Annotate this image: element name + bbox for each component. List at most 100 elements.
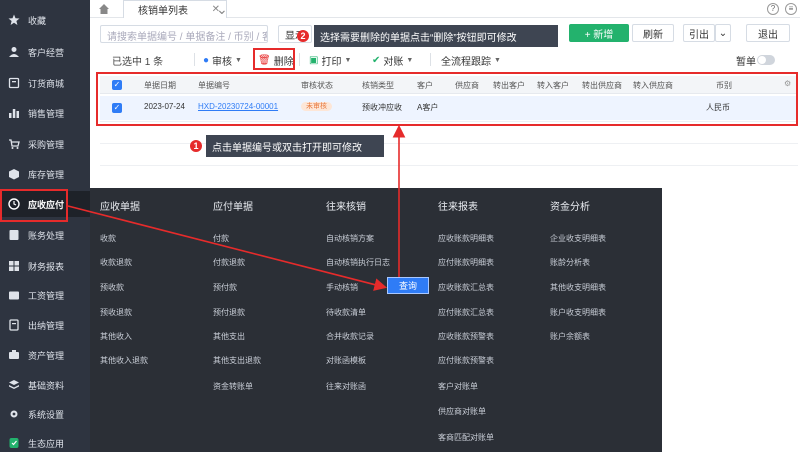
- menu-item[interactable]: 应付账款明细表: [438, 257, 494, 268]
- highlight-delete: [253, 48, 295, 70]
- menu-item[interactable]: 企业收支明细表: [550, 233, 606, 244]
- layers-icon: [0, 379, 28, 391]
- chevron-down-icon: ▼: [406, 56, 414, 64]
- sidebar-item-1[interactable]: 客户经营: [0, 39, 90, 65]
- menu-item[interactable]: 预收款: [100, 282, 124, 293]
- sidebar-item-2[interactable]: 订货商城: [0, 70, 90, 96]
- chevron-down-icon[interactable]: ⌄: [216, 1, 228, 18]
- menu-item[interactable]: 预付退款: [213, 307, 245, 318]
- menu-item[interactable]: 账户余额表: [550, 331, 590, 342]
- menu-item[interactable]: 自动核销执行日志: [326, 257, 390, 268]
- check-icon: ✔: [372, 54, 381, 66]
- bar-icon: [0, 107, 28, 119]
- menu-item[interactable]: 收款: [100, 233, 116, 244]
- menu-item[interactable]: 收款退款: [100, 257, 132, 268]
- menu-item[interactable]: 客户对账单: [438, 381, 478, 392]
- menu-item[interactable]: 应付账款汇总表: [438, 307, 494, 318]
- menu-item[interactable]: 其他收支明细表: [550, 282, 606, 293]
- menu-item[interactable]: 其他收入: [100, 331, 132, 342]
- sidebar-item-9[interactable]: 工资管理: [0, 282, 90, 308]
- sidebar-item-5[interactable]: 库存管理: [0, 161, 90, 187]
- mega-menu: 应收单据 收款 收款退款 预收款 预收退款 其他收入 其他收入退款 应付单据 付款 付款退款 预付款…: [90, 188, 662, 452]
- wallet-icon: [0, 289, 28, 301]
- menu-item[interactable]: 手动核销: [326, 282, 358, 293]
- app-icon: [0, 437, 28, 449]
- menu-item[interactable]: 其他支出退款: [213, 355, 261, 366]
- chevron-down-icon: ▼: [494, 56, 501, 64]
- message-icon[interactable]: ≡: [785, 3, 797, 15]
- home-icon[interactable]: [98, 3, 110, 15]
- print-button[interactable]: ▣ 打印 ▼: [309, 52, 351, 68]
- tab-bar: 核销单列表 ✕ ⌄ ? ≡: [90, 0, 800, 18]
- trace-button[interactable]: 全流程跟踪 ▼: [441, 52, 501, 68]
- tooltip-text: 选择需要删除的单据点击“删除”按钮即可修改: [320, 32, 517, 44]
- sidebar-item-label: 账务处理: [28, 230, 65, 241]
- star-icon: [0, 14, 28, 26]
- export-dropdown[interactable]: ⌄: [715, 24, 731, 42]
- menu-item[interactable]: 应收账款预警表: [438, 331, 494, 342]
- menu-item[interactable]: 合并收款记录: [326, 331, 374, 342]
- menu-item[interactable]: 付款退款: [213, 257, 245, 268]
- menu-item[interactable]: 付款: [213, 233, 229, 244]
- search-input[interactable]: 请搜索单据编号 / 单据备注 / 币别 / 客...: [100, 25, 268, 43]
- export-button[interactable]: 引出: [683, 24, 715, 42]
- menu-item[interactable]: 往来对账函: [326, 381, 366, 392]
- reconcile-button[interactable]: ✔ 对账 ▼: [372, 52, 413, 68]
- trace-label: 全流程跟踪: [441, 56, 491, 68]
- divider: [100, 143, 798, 144]
- divider: [100, 165, 798, 166]
- printer-icon: ▣: [309, 54, 319, 66]
- sidebar-item-3[interactable]: 销售管理: [0, 100, 90, 126]
- sidebar-item-11[interactable]: 资产管理: [0, 342, 90, 368]
- tooltip-delete-hint: 选择需要删除的单据点击“删除”按钮即可修改: [314, 25, 558, 47]
- menu-item[interactable]: 对账函模板: [326, 355, 366, 366]
- menu-item[interactable]: 账户收支明细表: [550, 307, 606, 318]
- menu-item[interactable]: 应付账款预警表: [438, 355, 494, 366]
- sidebar-item-7[interactable]: 账务处理: [0, 222, 90, 248]
- menu-column-title: 资金分析: [550, 202, 590, 213]
- pin-toggle[interactable]: [757, 55, 775, 65]
- sidebar-item-0[interactable]: 收藏: [0, 7, 90, 33]
- sidebar-item-label: 销售管理: [28, 108, 65, 119]
- sidebar-item-label: 收藏: [28, 15, 47, 26]
- menu-item[interactable]: 应收账款汇总表: [438, 282, 494, 293]
- sidebar-item-label: 采购管理: [28, 139, 65, 150]
- sidebar-item-label: 出纳管理: [28, 320, 65, 331]
- person-icon: [0, 46, 28, 58]
- refresh-button[interactable]: 刷新: [632, 24, 674, 42]
- sidebar-item-label: 财务报表: [28, 261, 65, 272]
- menu-item[interactable]: 资金转账单: [213, 381, 253, 392]
- sidebar-item-8[interactable]: 财务报表: [0, 253, 90, 279]
- sidebar-item-12[interactable]: 基础资料: [0, 372, 90, 398]
- sidebar-item-label: 资产管理: [28, 350, 65, 361]
- menu-item[interactable]: 应收账款明细表: [438, 233, 494, 244]
- menu-item[interactable]: 其他支出: [213, 331, 245, 342]
- help-icon[interactable]: ?: [767, 3, 779, 15]
- pin-label: 暂单: [736, 56, 756, 68]
- menu-item[interactable]: 预收退款: [100, 307, 132, 318]
- sidebar-item-4[interactable]: 采购管理: [0, 131, 90, 157]
- sidebar-item-14[interactable]: 生态应用: [0, 430, 90, 452]
- sidebar-item-13[interactable]: 系统设置: [0, 401, 90, 427]
- menu-item[interactable]: 预付款: [213, 282, 237, 293]
- new-button[interactable]: + 新增: [569, 24, 629, 42]
- selected-count: 已选中 1 条: [112, 57, 164, 68]
- menu-item[interactable]: 账龄分析表: [550, 257, 590, 268]
- tab-verification-list[interactable]: 核销单列表 ✕: [123, 0, 227, 18]
- chevron-down-icon: ▼: [344, 56, 352, 64]
- query-button[interactable]: 查询: [387, 277, 429, 294]
- menu-item[interactable]: 待收款清单: [326, 307, 366, 318]
- audit-button[interactable]: ● 审核 ▼: [203, 52, 242, 68]
- exit-button[interactable]: 退出: [746, 24, 790, 42]
- sidebar-item-label: 生态应用: [28, 438, 65, 449]
- menu-item[interactable]: 客商匹配对账单: [438, 432, 494, 443]
- menu-column-title: 往来核销: [326, 202, 366, 213]
- sidebar-item-label: 工资管理: [28, 290, 65, 301]
- menu-item[interactable]: 自动核销方案: [326, 233, 374, 244]
- sidebar-item-label: 库存管理: [28, 169, 65, 180]
- menu-item[interactable]: 其他收入退款: [100, 355, 148, 366]
- step-badge-1: 1: [190, 140, 202, 152]
- sidebar-item-10[interactable]: 出纳管理: [0, 312, 90, 338]
- menu-item[interactable]: 供应商对账单: [438, 406, 486, 417]
- divider: [299, 53, 300, 66]
